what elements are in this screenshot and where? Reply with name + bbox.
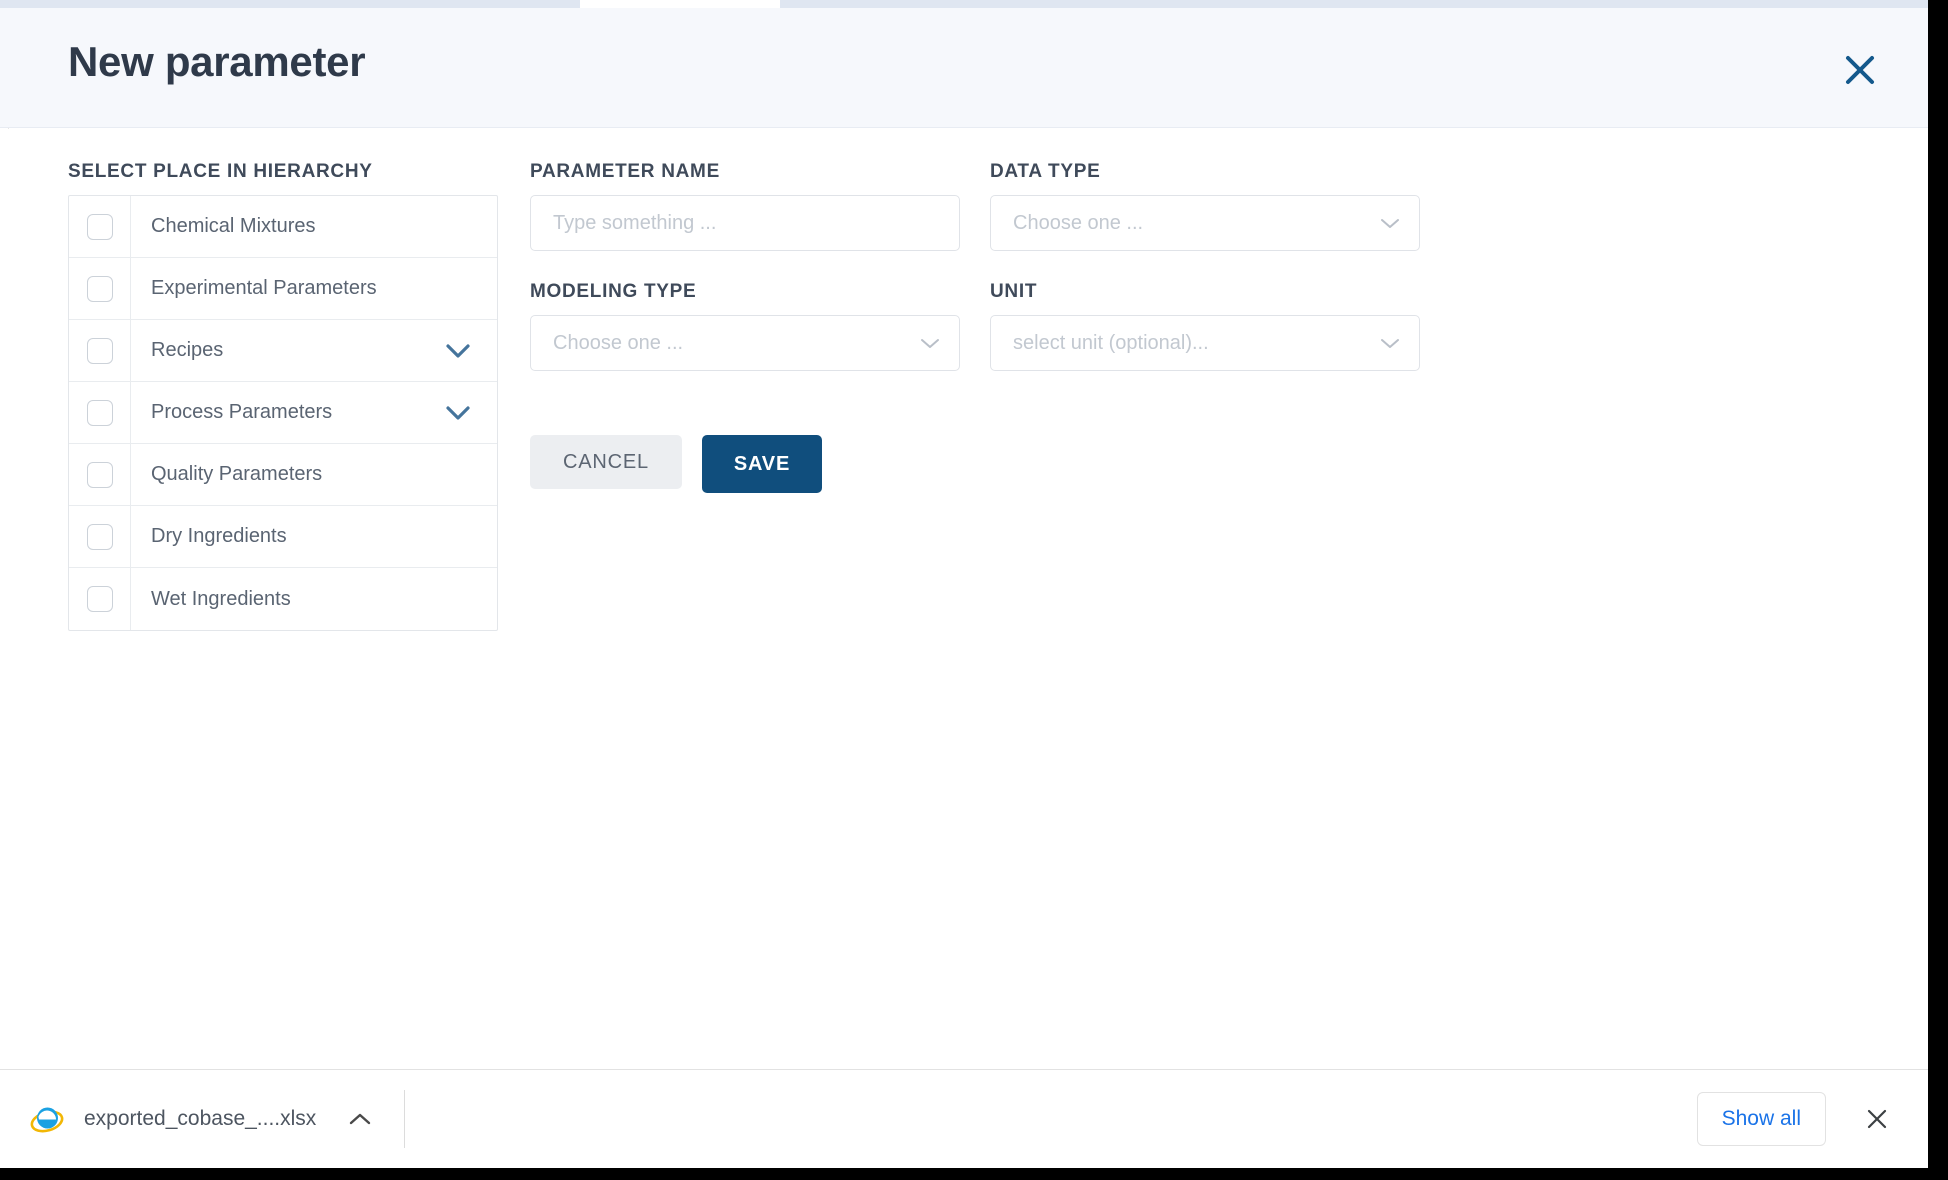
chevron-down-icon [1379,216,1401,230]
data-type-label: DATA TYPE [990,161,1101,182]
unit-select[interactable]: select unit (optional)... [990,315,1420,371]
browser-page: New parameter SELECT PLACE IN HIERARCHY [0,0,1928,1168]
list-item[interactable]: Quality Parameters [69,443,497,506]
hierarchy-checkbox-cell [69,195,131,258]
list-item[interactable]: Wet Ingredients [69,568,497,630]
hierarchy-section: SELECT PLACE IN HIERARCHY Chemical Mixtu… [68,161,498,631]
list-item[interactable]: Chemical Mixtures [69,195,497,258]
form-actions: CANCEL SAVE [530,435,822,493]
list-item-label: Dry Ingredients [151,525,287,547]
modeling-type-select[interactable]: Choose one ... [530,315,960,371]
checkbox[interactable] [86,586,113,612]
unit-label: UNIT [990,281,1038,302]
unit-field: UNIT select unit (optional)... [990,281,1420,371]
download-bar-actions: Show all [1696,1092,1892,1146]
modal-body: SELECT PLACE IN HIERARCHY Chemical Mixtu… [0,129,1928,1069]
chevron-down-icon[interactable] [445,405,497,421]
modeling-type-label: MODELING TYPE [530,281,697,302]
close-icon[interactable] [1832,42,1888,98]
page-title: New parameter [68,38,366,85]
show-all-button[interactable]: Show all [1696,1092,1826,1146]
parameter-name-label: PARAMETER NAME [530,161,720,182]
checkbox[interactable] [86,399,113,426]
hierarchy-checkbox-cell [69,568,131,630]
hierarchy-checkbox-cell [69,505,131,568]
list-item[interactable]: Recipes [69,319,497,382]
list-item-label: Process Parameters [151,401,333,423]
browser-chrome-strip [0,0,1928,8]
list-item[interactable]: Dry Ingredients [69,505,497,568]
chevron-down-icon [1379,336,1401,350]
modeling-type-field: MODELING TYPE Choose one ... [530,281,960,371]
download-bar: exported_cobase_....xlsx Show all [0,1069,1928,1168]
hierarchy-checkbox-cell [69,381,131,444]
list-item-label: Experimental Parameters [151,277,377,299]
list-item[interactable]: Process Parameters [69,381,497,444]
hierarchy-checkbox-cell [69,443,131,506]
list-item-label: Wet Ingredients [151,587,291,610]
parameter-name-input[interactable] [530,195,960,251]
download-bar-divider [404,1090,406,1148]
internet-explorer-icon [30,1102,64,1136]
parameter-form: PARAMETER NAME DATA TYPE Choose one ... [530,161,1450,371]
browser-tab-remnant [580,0,780,8]
checkbox[interactable] [86,523,113,550]
chevron-up-icon[interactable] [348,1112,372,1127]
modeling-type-value: Choose one ... [553,331,684,354]
hierarchy-list: Chemical Mixtures Experimental Parameter… [68,195,498,631]
parameter-name-field: PARAMETER NAME [530,161,960,251]
hierarchy-checkbox-cell [69,319,131,382]
save-button[interactable]: SAVE [702,435,822,493]
cancel-button[interactable]: CANCEL [530,435,682,489]
modal-header: New parameter [0,8,1928,128]
hierarchy-label: SELECT PLACE IN HIERARCHY [68,161,373,182]
checkbox[interactable] [86,275,113,302]
checkbox[interactable] [86,461,113,488]
list-item-label: Chemical Mixtures [151,215,316,237]
chevron-down-icon [919,336,941,350]
download-file-name: exported_cobase_....xlsx [84,1107,317,1130]
hierarchy-checkbox-cell [69,257,131,320]
list-item[interactable]: Experimental Parameters [69,257,497,320]
list-item-label: Quality Parameters [151,463,323,485]
checkbox[interactable] [86,337,113,364]
data-type-value: Choose one ... [1013,211,1144,234]
list-item-label: Recipes [151,339,224,361]
data-type-field: DATA TYPE Choose one ... [990,161,1420,251]
checkbox[interactable] [86,213,113,240]
unit-value: select unit (optional)... [1013,331,1209,354]
download-item[interactable]: exported_cobase_....xlsx [30,1102,372,1136]
data-type-select[interactable]: Choose one ... [990,195,1420,251]
chevron-down-icon[interactable] [445,343,497,359]
screen: New parameter SELECT PLACE IN HIERARCHY [0,0,1948,1180]
close-icon[interactable] [1862,1104,1892,1134]
